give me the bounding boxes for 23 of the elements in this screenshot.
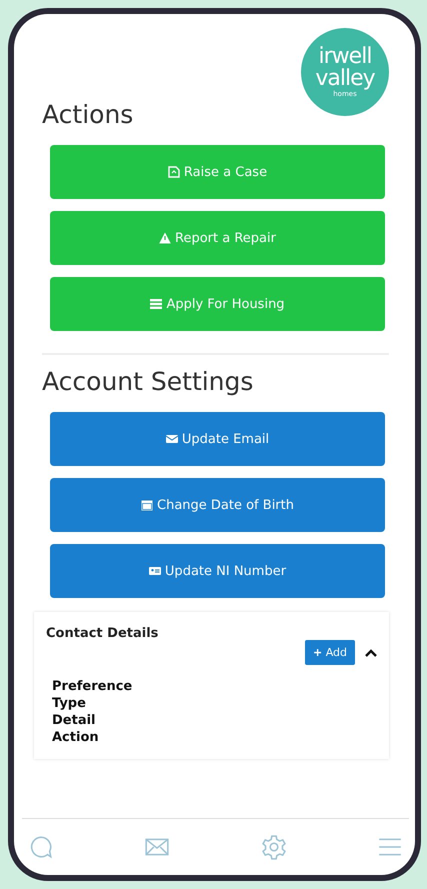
action-button[interactable]: Change Date of Birth [50, 478, 385, 532]
column-label: Detail [52, 712, 96, 730]
add-button[interactable]: + Add [304, 640, 355, 665]
column-label: Preference [52, 679, 132, 696]
envelope-icon [166, 433, 178, 445]
document-icon [168, 166, 180, 178]
list-icon [150, 298, 162, 310]
id-card-icon [148, 565, 161, 577]
calendar-icon [141, 499, 153, 511]
section-heading: Actions [42, 100, 134, 129]
settings-icon[interactable] [260, 834, 287, 860]
action-button[interactable]: Update Email [50, 412, 385, 466]
action-button[interactable]: Apply For Housing [50, 277, 385, 331]
column-label: Action [52, 730, 99, 747]
action-button[interactable]: Report a Repair [50, 211, 385, 265]
action-button[interactable]: Update NI Number [50, 544, 385, 598]
action-button[interactable]: Raise a Case [50, 145, 385, 199]
column-label: Type [52, 696, 86, 713]
card-title: Contact Details [46, 626, 158, 643]
chat-icon[interactable] [28, 834, 54, 860]
caret-icon[interactable] [365, 648, 377, 656]
warning-icon [159, 232, 172, 244]
section-heading: Account Settings [42, 367, 254, 396]
